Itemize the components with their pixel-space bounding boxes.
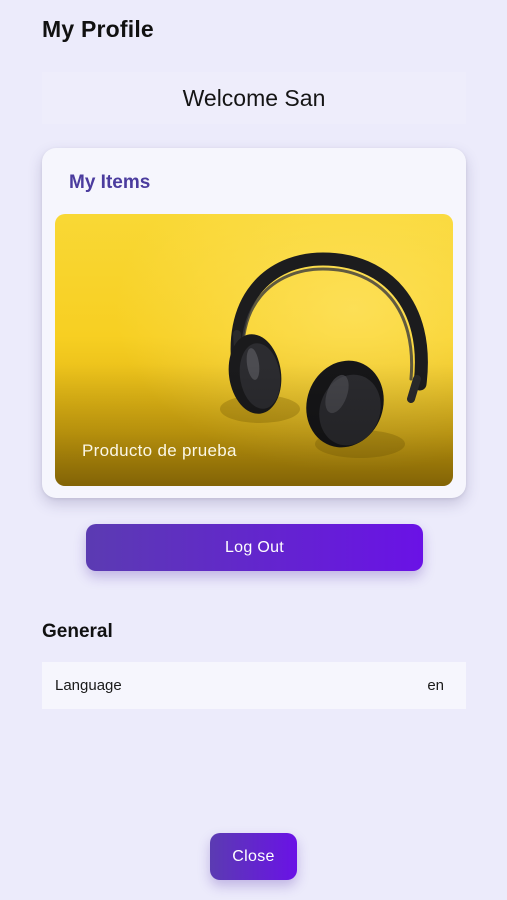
page-title: My Profile: [42, 16, 154, 42]
welcome-banner: Welcome San: [42, 72, 466, 124]
close-button[interactable]: Close: [210, 833, 297, 880]
language-label: Language: [55, 677, 122, 694]
my-items-card: My Items Producto de prueba: [42, 148, 466, 498]
product-title: Producto de prueba: [82, 441, 237, 460]
logout-button[interactable]: Log Out: [86, 524, 423, 571]
general-section-title: General: [42, 621, 113, 642]
product-card[interactable]: Producto de prueba: [55, 214, 453, 486]
language-setting-row[interactable]: Language en: [42, 662, 466, 709]
language-value: en: [427, 677, 444, 694]
my-items-title: My Items: [69, 172, 151, 193]
welcome-text: Welcome San: [182, 84, 326, 111]
